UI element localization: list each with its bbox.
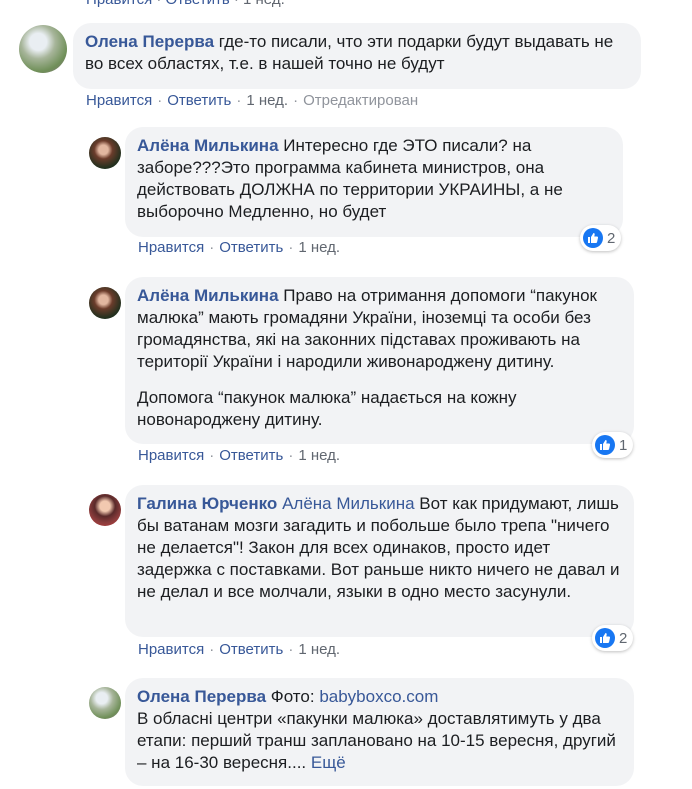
- avatar[interactable]: [89, 137, 121, 169]
- comment-author[interactable]: Олена Перерва: [137, 687, 266, 706]
- comment-bubble: Олена Перерва Фото: babyboxco.com В облас…: [125, 678, 634, 786]
- comment-text-paragraph: Допомога “пакунок малюка” надається на к…: [137, 388, 517, 429]
- thumbs-up-icon: [595, 435, 615, 455]
- avatar[interactable]: [89, 494, 121, 526]
- comment-bubble: Галина Юрченко Алёна Милькина Вот как пр…: [125, 485, 634, 637]
- photo-label: Фото:: [270, 687, 315, 706]
- reaction-number: 2: [607, 229, 616, 247]
- comment-time[interactable]: 1 нед.: [246, 92, 288, 109]
- comment-bubble: Олена Перерва где-то писали, что эти под…: [73, 23, 641, 89]
- comment-author[interactable]: Галина Юрченко: [137, 494, 277, 513]
- reaction-count[interactable]: 1: [592, 432, 634, 458]
- avatar[interactable]: [89, 687, 121, 719]
- top-clipped-actions: Нравится · Ответить · 1 нед.: [86, 0, 285, 8]
- see-more-link[interactable]: Ещё: [311, 753, 346, 772]
- thumbs-up-icon: [595, 628, 615, 648]
- like-link[interactable]: Нравится: [138, 239, 204, 256]
- comment-author[interactable]: Олена Перерва: [85, 32, 214, 51]
- reaction-count[interactable]: 2: [592, 625, 634, 651]
- reply-link[interactable]: Ответить: [166, 0, 230, 8]
- like-link[interactable]: Нравится: [86, 0, 152, 8]
- like-link[interactable]: Нравится: [138, 641, 204, 658]
- comment-author[interactable]: Алёна Милькина: [137, 286, 279, 305]
- thumbs-up-icon: [583, 228, 603, 248]
- like-link[interactable]: Нравится: [138, 447, 204, 464]
- avatar[interactable]: [89, 287, 121, 319]
- comment-actions: Нравится · Ответить · 1 нед.: [138, 447, 341, 464]
- reply-link[interactable]: Ответить: [219, 447, 283, 464]
- comment-time[interactable]: 1 нед.: [298, 239, 340, 256]
- reply-link[interactable]: Ответить: [167, 92, 231, 109]
- comment-time[interactable]: 1 нед.: [243, 0, 285, 8]
- comment-actions: Нравится · Ответить · 1 нед. · Отредактирован: [86, 92, 419, 109]
- like-link[interactable]: Нравится: [86, 92, 152, 109]
- reaction-count[interactable]: 2: [580, 225, 622, 251]
- mention-link[interactable]: Алёна Милькина: [282, 494, 415, 513]
- photo-link[interactable]: babyboxco.com: [319, 687, 438, 706]
- comment-text: В обласні центри «пакунки малюка» достав…: [137, 709, 616, 772]
- comment-actions: Нравится · Ответить · 1 нед.: [138, 641, 341, 658]
- comment-author[interactable]: Алёна Милькина: [137, 136, 279, 155]
- comment-bubble: Алёна Милькина Право на отримання допомо…: [125, 277, 634, 444]
- comment-time[interactable]: 1 нед.: [298, 447, 340, 464]
- reaction-number: 2: [619, 629, 628, 647]
- reply-link[interactable]: Ответить: [219, 641, 283, 658]
- comment-time[interactable]: 1 нед.: [298, 641, 340, 658]
- avatar[interactable]: [19, 25, 67, 73]
- reply-link[interactable]: Ответить: [219, 239, 283, 256]
- edited-label[interactable]: Отредактирован: [303, 92, 418, 109]
- reaction-number: 1: [619, 436, 628, 454]
- comment-bubble: Алёна Милькина Интересно где ЭТО писали?…: [125, 127, 623, 237]
- comment-actions: Нравится · Ответить · 1 нед.: [138, 239, 341, 256]
